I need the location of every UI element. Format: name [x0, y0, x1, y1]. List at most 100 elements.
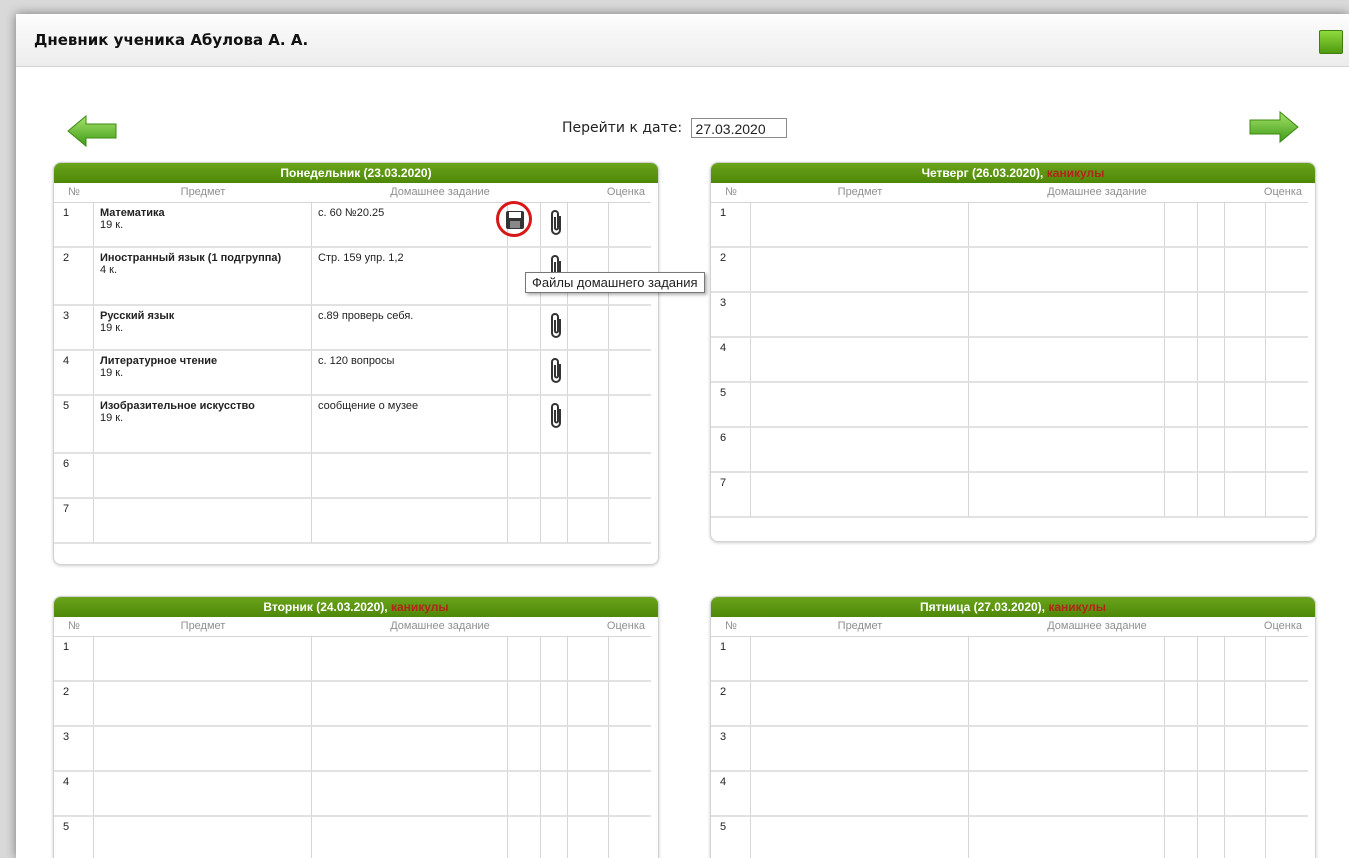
subject-name: Иностранный язык (1 подгруппа)	[100, 252, 282, 264]
next-week-arrow-icon[interactable]	[1248, 110, 1300, 144]
subject-cell	[751, 772, 969, 817]
grade-cell	[1266, 203, 1308, 248]
subject-cell	[751, 682, 969, 727]
subject-cell	[94, 727, 312, 772]
subject-cell	[94, 817, 312, 858]
col-homework: Домашнее задание	[312, 183, 568, 203]
day-panel: Вторник (24.03.2020), каникулы № Предмет До…	[53, 596, 659, 858]
row-number: 6	[54, 454, 94, 499]
subject-cell	[94, 637, 312, 682]
grade-cell	[1266, 473, 1308, 518]
homework-extra-cell	[508, 682, 541, 727]
homework-cell	[312, 499, 508, 544]
subject-cell	[94, 499, 312, 544]
grade-cell	[1266, 637, 1308, 682]
save-file-icon[interactable]	[505, 210, 525, 230]
subject-cell	[751, 428, 969, 473]
row-number: 1	[711, 203, 751, 248]
homework-extra-cell	[1165, 637, 1198, 682]
day-panel: Четверг (26.03.2020), каникулы № Предмет До…	[710, 162, 1316, 542]
homework-extra-cell	[1165, 682, 1198, 727]
row-number: 1	[54, 637, 94, 682]
homework-cell	[969, 473, 1165, 518]
files-cell	[1198, 248, 1225, 293]
day-title: Пятница (27.03.2020),	[919, 600, 1049, 614]
subject-cell	[751, 383, 969, 428]
subject-cell	[751, 248, 969, 293]
grade-cell	[568, 499, 609, 544]
files-cell	[1198, 428, 1225, 473]
files-cell	[496, 201, 568, 248]
grade-cell	[1225, 428, 1266, 473]
room-number: 19 к.	[100, 412, 124, 424]
grade-cell	[609, 817, 651, 858]
files-cell	[541, 682, 568, 727]
files-cell	[1198, 293, 1225, 338]
col-grade: Оценка	[568, 617, 651, 637]
files-cell	[1198, 473, 1225, 518]
homework-cell	[969, 293, 1165, 338]
subject-cell	[94, 772, 312, 817]
col-num: №	[711, 617, 751, 637]
paperclip-icon[interactable]	[548, 401, 566, 431]
homework-extra-cell	[1165, 383, 1198, 428]
day-table: № Предмет Домашнее задание Оценка 1 2 3 4 5	[711, 617, 1315, 858]
previous-week-arrow-icon[interactable]	[66, 114, 118, 148]
homework-extra-cell	[1165, 428, 1198, 473]
homework-extra-cell	[508, 727, 541, 772]
files-cell	[1198, 682, 1225, 727]
files-cell	[541, 351, 568, 396]
col-homework: Домашнее задание	[969, 617, 1225, 637]
grade-cell	[1225, 682, 1266, 727]
subject-name: Русский язык	[100, 310, 175, 322]
subject-cell: Литературное чтение 19 к.	[94, 351, 312, 396]
holiday-label: каникулы	[1048, 600, 1107, 614]
homework-text: Стр. 159 упр. 1,2	[318, 252, 404, 264]
grade-cell	[568, 727, 609, 772]
files-cell	[1198, 203, 1225, 248]
diary-window: Дневник ученика Абулова А. А. Перейти к …	[16, 14, 1349, 858]
grade-cell	[1225, 817, 1266, 858]
day-header: Понедельник (23.03.2020)	[54, 163, 658, 183]
row-number: 7	[54, 499, 94, 544]
homework-extra-cell	[1165, 338, 1198, 383]
files-cell	[1198, 383, 1225, 428]
row-number: 5	[54, 817, 94, 858]
day-header: Пятница (27.03.2020), каникулы	[711, 597, 1315, 617]
files-cell	[541, 817, 568, 858]
grade-cell	[568, 637, 609, 682]
goto-date-input[interactable]: 27.03.2020	[690, 118, 787, 138]
day-title: Четверг (26.03.2020),	[921, 166, 1047, 180]
row-number: 3	[711, 293, 751, 338]
grade-cell	[1266, 682, 1308, 727]
homework-extra-cell	[508, 637, 541, 682]
paperclip-icon[interactable]	[548, 208, 566, 238]
paperclip-icon[interactable]	[548, 311, 566, 341]
homework-cell	[969, 682, 1165, 727]
grade-cell	[609, 454, 651, 499]
homework-cell	[969, 727, 1165, 772]
col-subject: Предмет	[751, 617, 969, 637]
day-header: Вторник (24.03.2020), каникулы	[54, 597, 658, 617]
col-num: №	[54, 183, 94, 203]
homework-cell: с.89 проверь себя.	[312, 306, 508, 351]
grade-cell	[568, 682, 609, 727]
col-grade: Оценка	[568, 183, 651, 203]
subject-name: Математика	[100, 207, 165, 219]
window-control-button[interactable]	[1319, 30, 1343, 54]
grade-cell	[609, 637, 651, 682]
day-panel: Пятница (27.03.2020), каникулы № Предмет До…	[710, 596, 1316, 858]
homework-cell	[312, 727, 508, 772]
row-number: 1	[711, 637, 751, 682]
row-number: 4	[54, 772, 94, 817]
grade-cell	[568, 454, 609, 499]
row-number: 3	[54, 727, 94, 772]
subject-cell	[751, 637, 969, 682]
homework-extra-cell	[508, 454, 541, 499]
homework-extra-cell	[508, 306, 541, 351]
room-number: 19 к.	[100, 367, 124, 379]
subject-cell	[94, 682, 312, 727]
grade-cell	[609, 306, 651, 351]
files-cell	[541, 499, 568, 544]
paperclip-icon[interactable]	[548, 356, 566, 386]
